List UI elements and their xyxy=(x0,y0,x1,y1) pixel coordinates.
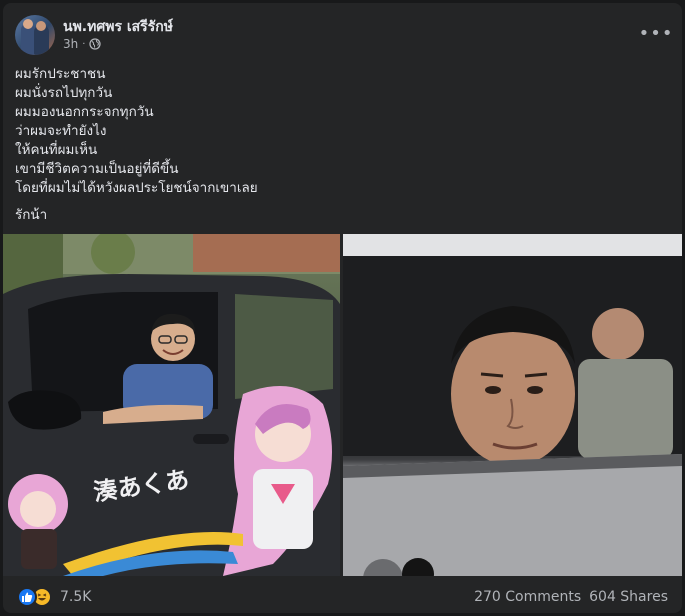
post-line-5: ให้คนที่ผมเห็น xyxy=(15,142,98,158)
globe-icon[interactable] xyxy=(89,38,102,50)
post-header: นพ.ทศพร เสรีรักษ์ 3h · ••• xyxy=(15,13,673,59)
photo-left-car[interactable]: 湊あくあ xyxy=(3,234,340,576)
shares-count[interactable]: 604 Shares xyxy=(589,589,668,605)
post-line-2: ผมนั่งรถไปทุกวัน xyxy=(15,85,113,101)
engagement-stats: 270 Comments 604 Shares xyxy=(474,589,668,605)
post-timestamp[interactable]: 3h xyxy=(63,37,78,51)
reactions-summary[interactable]: 7.5K xyxy=(17,587,91,607)
post-line-6: เขามีชีวิตความเป็นอยู่ที่ดีขึ้น xyxy=(15,161,179,177)
photo-right-car[interactable] xyxy=(343,234,682,576)
post-line-7: โดยที่ผมไม่ได้หวังผลประโยชน์จากเขาเลย xyxy=(15,180,258,196)
post-text: ผมรักประชาชน ผมนั่งรถไปทุกวัน ผมมองนอกกร… xyxy=(15,65,670,225)
comments-count[interactable]: 270 Comments xyxy=(474,589,581,605)
author-avatar[interactable] xyxy=(15,15,55,55)
more-options-button[interactable]: ••• xyxy=(639,19,673,47)
post-line-3: ผมมองนอกกระจกทุกวัน xyxy=(15,104,154,120)
meta-separator: · xyxy=(82,38,86,50)
reaction-count[interactable]: 7.5K xyxy=(60,589,91,605)
post-meta: 3h · xyxy=(63,37,102,51)
post-closing: รักน้า xyxy=(15,207,48,223)
author-name[interactable]: นพ.ทศพร เสรีรักษ์ xyxy=(63,16,173,38)
post-line-4: ว่าผมจะทำยังไง xyxy=(15,123,107,139)
facebook-post: นพ.ทศพร เสรีรักษ์ 3h · ••• ผมรักประชาชน … xyxy=(3,3,682,613)
post-footer: 7.5K 270 Comments 604 Shares xyxy=(3,581,682,613)
like-icon xyxy=(17,587,37,607)
post-line-1: ผมรักประชาชน xyxy=(15,66,106,82)
